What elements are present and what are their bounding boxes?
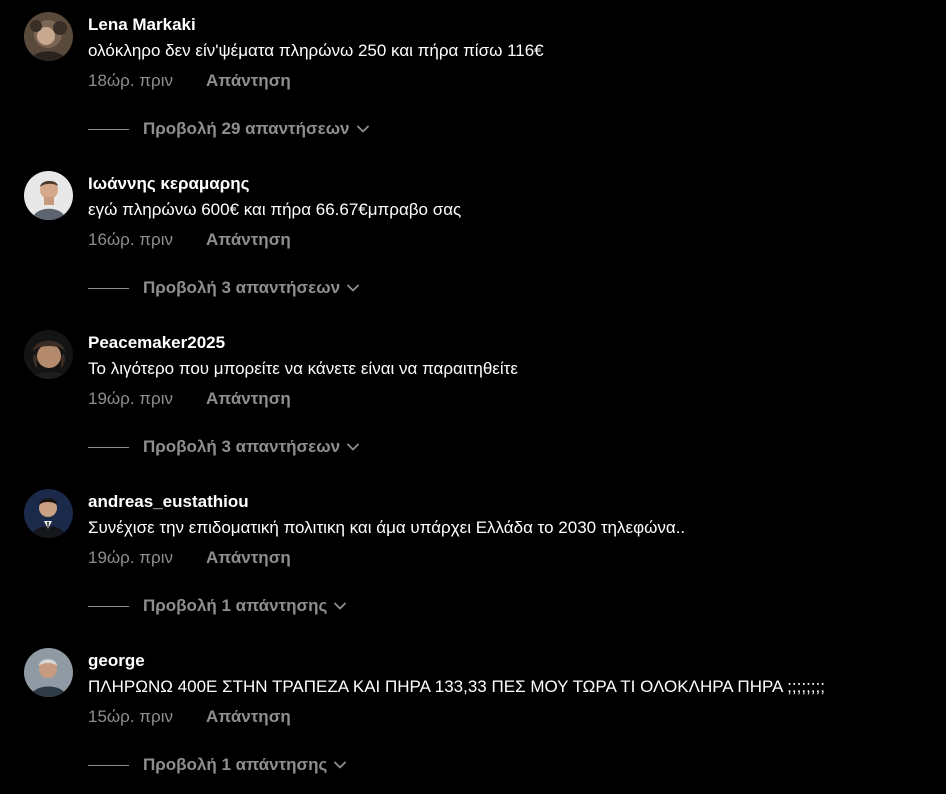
comment-text: εγώ πληρώνω 600€ και πήρα 66.67€μπραβο σ… (88, 200, 462, 219)
comment-text: ΠΛΗΡΩΝΩ 400Ε ΣΤΗΝ ΤΡΑΠΕΖΑ ΚΑΙ ΠΗΡΑ 133,3… (88, 677, 825, 696)
comment-username[interactable]: Ιωάννης κεραμαρης (88, 174, 250, 194)
reply-button[interactable]: Απάντηση (206, 707, 291, 727)
chevron-down-icon (356, 125, 369, 133)
view-replies-label: Προβολή 1 απάντησης (143, 755, 328, 774)
comment-text: Το λιγότερο που μπορείτε να κάνετε είναι… (88, 359, 518, 378)
avatar[interactable] (24, 171, 73, 220)
view-replies-button[interactable]: Προβολή 3 απαντήσεων (88, 277, 359, 299)
divider-line (88, 764, 129, 766)
comment-text: ολόκληρο δεν είν'ψέματα πληρώνω 250 και … (88, 41, 544, 60)
comment-text: Συνέχισε την επιδοματική πολιτικη και άμ… (88, 518, 686, 537)
comment-username[interactable]: george (88, 651, 145, 671)
comment-item: Ιωάννης κεραμαρης εγώ πληρώνω 600€ και π… (0, 159, 946, 317)
comment-username[interactable]: andreas_eustathiou (88, 492, 249, 512)
reply-button[interactable]: Απάντηση (206, 389, 291, 409)
comment-item: george ΠΛΗΡΩΝΩ 400Ε ΣΤΗΝ ΤΡΑΠΕΖΑ ΚΑΙ ΠΗΡ… (0, 636, 946, 794)
chevron-down-icon (334, 761, 347, 769)
comment-item: Peacemaker2025 Το λιγότερο που μπορείτε … (0, 318, 946, 476)
avatar[interactable] (24, 12, 73, 61)
chevron-down-icon (347, 443, 359, 451)
avatar[interactable] (24, 489, 73, 538)
avatar[interactable] (24, 330, 73, 379)
avatar[interactable] (24, 648, 73, 697)
comment-username[interactable]: Peacemaker2025 (88, 333, 225, 353)
chevron-down-icon (347, 284, 359, 292)
comment-timestamp: 18ώρ. πριν (88, 71, 173, 90)
comment-username[interactable]: Lena Markaki (88, 15, 196, 35)
comment-timestamp: 15ώρ. πριν (88, 707, 173, 726)
comment-timestamp: 19ώρ. πριν (88, 548, 173, 567)
reply-button[interactable]: Απάντηση (206, 230, 291, 250)
divider-line (88, 287, 129, 289)
reply-button[interactable]: Απάντηση (206, 71, 291, 91)
view-replies-label: Προβολή 29 απαντήσεων (143, 119, 350, 138)
comment-timestamp: 19ώρ. πριν (88, 389, 173, 408)
view-replies-label: Προβολή 3 απαντήσεων (143, 437, 341, 456)
comment-item: Lena Markaki ολόκληρο δεν είν'ψέματα πλη… (0, 0, 946, 158)
divider-line (88, 128, 129, 130)
divider-line (88, 446, 129, 448)
avatar-image (24, 330, 73, 379)
avatar-image (24, 489, 73, 538)
avatar-image (24, 171, 73, 220)
view-replies-label: Προβολή 1 απάντησης (143, 596, 328, 615)
view-replies-button[interactable]: Προβολή 3 απαντήσεων (88, 436, 359, 458)
view-replies-label: Προβολή 3 απαντήσεων (143, 278, 341, 297)
avatar-image (24, 648, 73, 697)
divider-line (88, 605, 129, 607)
view-replies-button[interactable]: Προβολή 1 απάντησης (88, 754, 347, 776)
view-replies-button[interactable]: Προβολή 1 απάντησης (88, 595, 347, 617)
comment-item: andreas_eustathiou Συνέχισε την επιδοματ… (0, 477, 946, 635)
reply-button[interactable]: Απάντηση (206, 548, 291, 568)
avatar-image (24, 12, 73, 61)
chevron-down-icon (334, 602, 347, 610)
comment-timestamp: 16ώρ. πριν (88, 230, 173, 249)
view-replies-button[interactable]: Προβολή 29 απαντήσεων (88, 118, 369, 140)
